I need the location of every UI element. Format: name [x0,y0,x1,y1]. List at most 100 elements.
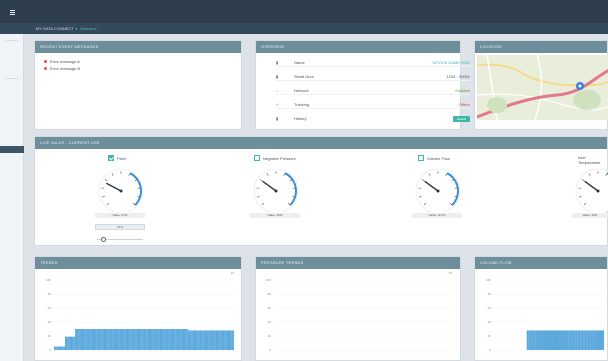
bar [204,330,206,350]
bar [592,330,594,350]
pitch-value-input[interactable]: 27% [95,224,145,230]
y-tick-label: 20 [268,334,272,338]
bar [577,330,579,350]
location-map[interactable] [477,55,608,120]
gauge-toggle-volume-flow[interactable]: Volume Flow [418,155,450,161]
bar [155,329,156,350]
volume-flow-gauge [415,168,461,212]
y-tick-label: 100 [266,278,271,282]
y-tick-label: 0 [49,348,51,352]
bar [121,329,123,350]
overview-label: Tracking [294,101,310,107]
bar [70,336,72,350]
bar [596,330,599,350]
bar [55,346,57,350]
bar [69,336,71,350]
message-item[interactable]: Error message B [44,66,241,71]
y-tick-label: 0 [269,348,271,352]
bar [590,330,593,350]
bar [571,330,573,350]
bar [181,329,183,350]
message-text: Error message B [50,66,81,71]
inlet-temperature-gauge [575,168,608,212]
bar [139,329,141,350]
bar [559,330,561,350]
chart-corner-label: 30 [231,272,235,275]
bar [61,346,63,350]
bar [528,330,530,350]
bar [225,330,227,350]
sidebar-item-active[interactable] [0,146,24,153]
bar [111,329,113,350]
bar [135,329,137,350]
bar [233,330,235,350]
bar [183,329,185,350]
bar [215,330,217,350]
bar [116,329,118,350]
gauge-toggle-pitch[interactable]: Pitch [108,155,126,161]
bar [99,329,100,350]
bar [212,330,214,350]
bar [62,346,64,350]
checkbox-checked-icon[interactable] [108,155,114,161]
bar [121,329,123,350]
y-tick-label: 20 [488,334,492,338]
bar [82,329,84,350]
bar [194,330,196,350]
bar [547,330,550,350]
gauge-readout: Value: 30% [250,213,300,218]
bar [87,329,89,350]
bar [164,329,166,350]
bar [166,329,168,350]
bar [104,329,106,350]
bar [63,346,65,350]
bar [210,330,212,350]
pitch-slider[interactable] [97,237,143,242]
checkbox-icon[interactable] [254,155,260,161]
bar [532,330,535,350]
message-item[interactable]: Error message A [44,59,241,64]
gauge-label: Volume Flow [427,155,450,161]
device-icon: ▮ [276,59,279,65]
bar [180,329,182,350]
bar [137,329,139,350]
y-tick-label: 60 [48,306,52,310]
sidebar-item[interactable] [6,78,18,79]
bar [124,329,126,350]
bar [575,330,578,350]
breadcrumb-root[interactable]: MY DATA CONNECT [36,26,74,31]
bar [98,329,100,350]
slider-knob[interactable] [101,237,106,242]
bar [159,329,161,350]
menu-icon[interactable] [10,10,15,15]
bar [114,329,116,350]
y-tick-label: 100 [46,278,51,282]
messages-title: RECENT EVENT MESSAGES [35,41,241,53]
top-bar [0,0,608,23]
bar [199,330,201,350]
overview-row-serial: ▮ Serial Num 1234 - 00001 [276,72,470,81]
bar [57,346,59,350]
bar [54,346,56,350]
gauge-toggle-negative-pressure[interactable]: Negative Pressure [254,155,296,161]
tracking-icon: ✓ [276,101,280,107]
bar [566,330,569,350]
bar [602,330,605,350]
bar [154,329,156,350]
bar [151,329,153,350]
bar [226,330,228,350]
checkbox-icon[interactable] [418,155,424,161]
bar [572,330,575,350]
bar [222,330,224,350]
bar [131,329,133,350]
history-details-button[interactable]: Details [452,115,470,122]
bar [216,330,218,350]
bar [155,329,157,350]
bar [583,330,585,350]
sidebar-item[interactable] [6,40,18,41]
y-tick-label: 80 [268,292,272,296]
bar [598,330,600,350]
bar [54,346,55,350]
bar [549,330,551,350]
bar [172,329,174,350]
